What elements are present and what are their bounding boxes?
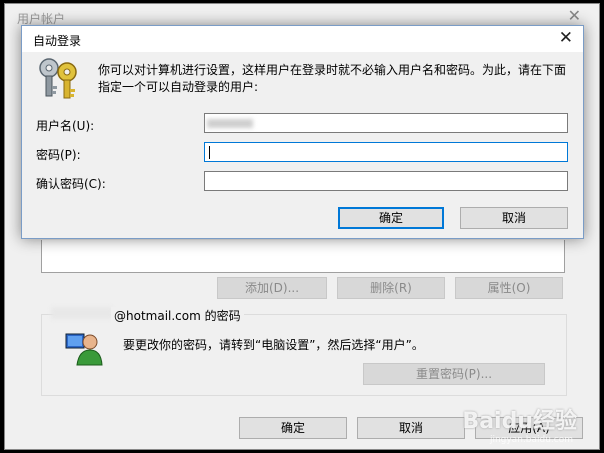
outer-cancel-button[interactable]: 取消 [357,417,465,439]
watermark-logo: Baidu经验 [462,409,577,434]
dialog-description: 你可以对计算机进行设置，这样用户在登录时就不必输入用户名和密码。为此，请在下面指… [98,63,567,94]
user-icon [65,333,103,366]
confirm-password-field[interactable] [204,171,568,191]
confirm-password-label: 确认密码(C): [36,177,106,191]
username-field[interactable] [204,113,568,133]
dialog-titlebar: 自动登录 ✕ [22,26,583,52]
users-list[interactable] [41,240,565,273]
close-icon[interactable]: ✕ [568,6,581,25]
password-group-label: @hotmail.com 的密码 [111,307,244,324]
key-icon [39,58,77,99]
properties-button[interactable]: 属性(O) [455,277,563,299]
change-password-hint: 要更改你的密码，请转到“电脑设置”，然后选择“用户”。 [123,338,424,352]
password-field[interactable] [204,142,568,162]
auto-logon-dialog: 自动登录 ✕ 你可以对计算机进行设置，这样用户在登录时就不必输入用户名和密码。为… [21,25,584,239]
dialog-title: 自动登录 [33,34,82,48]
username-label: 用户名(U): [36,119,95,133]
dialog-cancel-button[interactable]: 取消 [460,207,568,229]
add-button[interactable]: 添加(D)... [217,277,327,299]
password-label: 密码(P): [36,148,81,162]
delete-button[interactable]: 删除(R) [337,277,445,299]
masked-username [207,119,253,128]
reset-password-button[interactable]: 重置密码(P)... [363,363,545,385]
dialog-ok-button[interactable]: 确定 [338,207,444,229]
text-caret [209,146,210,159]
watermark-url: jingyan.baidu.com [489,435,573,445]
outer-ok-button[interactable]: 确定 [239,417,347,439]
masked-email [51,307,113,319]
close-icon[interactable]: ✕ [559,28,573,48]
